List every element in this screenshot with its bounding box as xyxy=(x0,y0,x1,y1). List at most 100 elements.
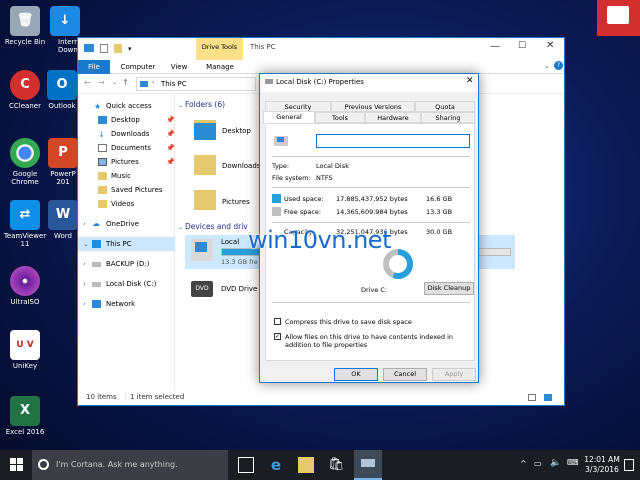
device-dvd-drive-label[interactable]: DVD Drive xyxy=(221,285,257,293)
nav-music[interactable]: Music xyxy=(78,169,175,183)
word-icon: W xyxy=(48,200,78,230)
expand-chevron-icon[interactable]: › xyxy=(83,277,86,291)
expand-chevron-icon[interactable]: › xyxy=(83,217,86,231)
recent-dropdown-icon[interactable]: ⌄ xyxy=(112,79,117,86)
unikey-icon: U V xyxy=(10,330,40,360)
desktop-icon-teamviewer[interactable]: ⇄ TeamViewer 11 xyxy=(0,200,50,248)
drive-title-icon xyxy=(265,79,273,84)
collapse-chevron-icon[interactable]: ⌄ xyxy=(83,237,89,251)
details-view-icon[interactable] xyxy=(528,394,536,401)
folder-pictures-label[interactable]: Pictures xyxy=(222,198,250,206)
desktop-icon-unikey[interactable]: U V UniKey xyxy=(0,330,50,370)
desktop-large-folder-icon[interactable] xyxy=(194,120,216,140)
new-folder-quick-icon[interactable] xyxy=(114,44,122,53)
apply-button[interactable]: Apply xyxy=(432,368,476,381)
folder-desktop-label[interactable]: Desktop xyxy=(222,127,251,135)
cortana-search-box[interactable]: I'm Cortana. Ask me anything. xyxy=(32,450,228,480)
ribbon-expand-icon[interactable]: ⌄ xyxy=(544,62,550,70)
tab-tools[interactable]: Tools xyxy=(315,112,365,123)
tab-view[interactable]: View xyxy=(164,60,194,74)
nav-backup-drive[interactable]: › BACKUP (D:) xyxy=(78,257,175,271)
tab-sharing[interactable]: Sharing xyxy=(421,112,475,123)
ultraiso-icon xyxy=(10,266,40,296)
nav-documents[interactable]: Documents 📌 xyxy=(78,141,175,155)
tray-overflow-icon[interactable]: ^ xyxy=(520,459,527,468)
desktop-icon-recycle-bin[interactable]: 🗑 Recycle Bin xyxy=(0,6,50,46)
nav-network[interactable]: › Network xyxy=(78,297,175,311)
nav-downloads[interactable]: ↓ Downloads 📌 xyxy=(78,127,175,141)
tab-previous-versions[interactable]: Previous Versions xyxy=(331,101,415,112)
collapse-chevron-icon: ⌄ xyxy=(178,224,185,231)
pin-icon: 📌 xyxy=(166,130,175,138)
dialog-titlebar[interactable]: Local Disk (C:) Properties ✕ xyxy=(260,74,478,92)
expand-chevron-icon[interactable]: › xyxy=(83,257,86,271)
tab-computer[interactable]: Computer xyxy=(116,60,160,74)
nav-onedrive[interactable]: › ☁ OneDrive xyxy=(78,217,175,231)
back-arrow-icon[interactable]: ← xyxy=(84,78,91,87)
dvd-drive-icon[interactable]: DVD xyxy=(191,281,213,297)
status-bar: 10 items | 1 item selected xyxy=(78,390,564,405)
expand-chevron-icon[interactable]: › xyxy=(83,297,86,311)
properties-quick-icon[interactable] xyxy=(100,44,108,53)
quick-access-dropdown-icon[interactable]: ▾ xyxy=(128,45,132,53)
file-explorer-taskbar-icon[interactable] xyxy=(298,457,314,473)
store-icon[interactable]: 🛍 xyxy=(328,457,345,473)
folder-icon xyxy=(98,186,107,194)
desktop-icon-powerpoint[interactable]: P PowerP 201 xyxy=(48,138,78,186)
network-tray-icon[interactable]: ▭ xyxy=(534,459,542,468)
action-center-icon[interactable] xyxy=(624,459,634,471)
devices-group-header[interactable]: ⌄ Devices and driv xyxy=(178,222,248,231)
index-checkbox[interactable]: ✓ xyxy=(274,333,281,340)
desktop-icon-word[interactable]: W Word xyxy=(48,200,78,240)
compress-checkbox[interactable] xyxy=(274,318,281,325)
keyboard-language-icon[interactable]: ⌨ xyxy=(567,458,579,467)
desktop-icon-outlook[interactable]: O Outlook xyxy=(47,70,77,110)
download-arrow-icon: ↓ xyxy=(98,130,105,139)
tab-hardware[interactable]: Hardware xyxy=(365,112,421,123)
cortana-placeholder: I'm Cortana. Ask me anything. xyxy=(56,460,178,469)
task-view-icon[interactable] xyxy=(238,457,254,473)
nav-quick-access[interactable]: ★ Quick access xyxy=(78,99,175,113)
tab-file[interactable]: File xyxy=(78,60,110,74)
desktop-icon-ultraiso[interactable]: UltraISO xyxy=(0,266,50,306)
desktop-icon-excel[interactable]: X Excel 2016 xyxy=(0,396,50,436)
maximize-button[interactable]: ☐ xyxy=(518,41,526,51)
folders-group-header[interactable]: ⌄ Folders (6) xyxy=(178,100,225,109)
nav-videos[interactable]: Videos xyxy=(78,197,175,211)
ok-button[interactable]: OK xyxy=(334,368,378,381)
drive-name-input[interactable] xyxy=(316,134,470,148)
desktop-icon-ccleaner[interactable]: C CCleaner xyxy=(0,70,50,110)
nav-desktop[interactable]: Desktop 📌 xyxy=(78,113,175,127)
explorer-titlebar[interactable]: ▾ Drive Tools This PC — ☐ ✕ xyxy=(78,38,564,60)
nav-local-disk-c[interactable]: › Local Disk (C:) xyxy=(78,277,175,291)
tab-quota[interactable]: Quota xyxy=(415,101,475,112)
help-icon[interactable]: ? xyxy=(554,61,563,70)
dialog-close-button[interactable]: ✕ xyxy=(466,76,474,86)
close-button[interactable]: ✕ xyxy=(546,40,554,51)
ccleaner-icon: C xyxy=(10,70,40,100)
up-arrow-icon[interactable]: ↑ xyxy=(122,78,129,87)
breadcrumb-this-pc[interactable]: This PC xyxy=(161,80,187,88)
edge-icon[interactable]: e xyxy=(268,457,284,473)
nav-saved-pictures[interactable]: Saved Pictures xyxy=(78,183,175,197)
outlook-icon: O xyxy=(47,70,77,100)
used-space-bytes: 17,885,437,952 bytes xyxy=(336,195,408,203)
forward-arrow-icon[interactable]: → xyxy=(98,78,105,87)
clock[interactable]: 12:01 AM 3/3/2016 xyxy=(582,455,622,475)
large-icons-view-icon[interactable] xyxy=(544,394,552,401)
tab-manage[interactable]: Manage xyxy=(198,60,242,74)
cancel-button[interactable]: Cancel xyxy=(383,368,427,381)
pictures-large-folder-icon[interactable] xyxy=(194,190,216,210)
minimize-button[interactable]: — xyxy=(490,41,500,52)
windows-start-icon[interactable] xyxy=(10,458,24,472)
folder-downloads-label[interactable]: Downloads xyxy=(222,162,260,170)
nav-pictures[interactable]: Pictures 📌 xyxy=(78,155,175,169)
volume-icon[interactable]: 🔈 xyxy=(550,458,561,468)
cortana-icon xyxy=(38,459,49,470)
downloads-large-folder-icon[interactable] xyxy=(194,155,216,175)
address-input[interactable]: › This PC xyxy=(136,77,256,91)
nav-this-pc[interactable]: ⌄ This PC xyxy=(78,237,175,251)
disk-cleanup-button[interactable]: Disk Cleanup xyxy=(424,282,474,295)
explorer-active-task[interactable] xyxy=(354,450,382,480)
desktop-icon-chrome[interactable]: Google Chrome xyxy=(0,138,50,186)
